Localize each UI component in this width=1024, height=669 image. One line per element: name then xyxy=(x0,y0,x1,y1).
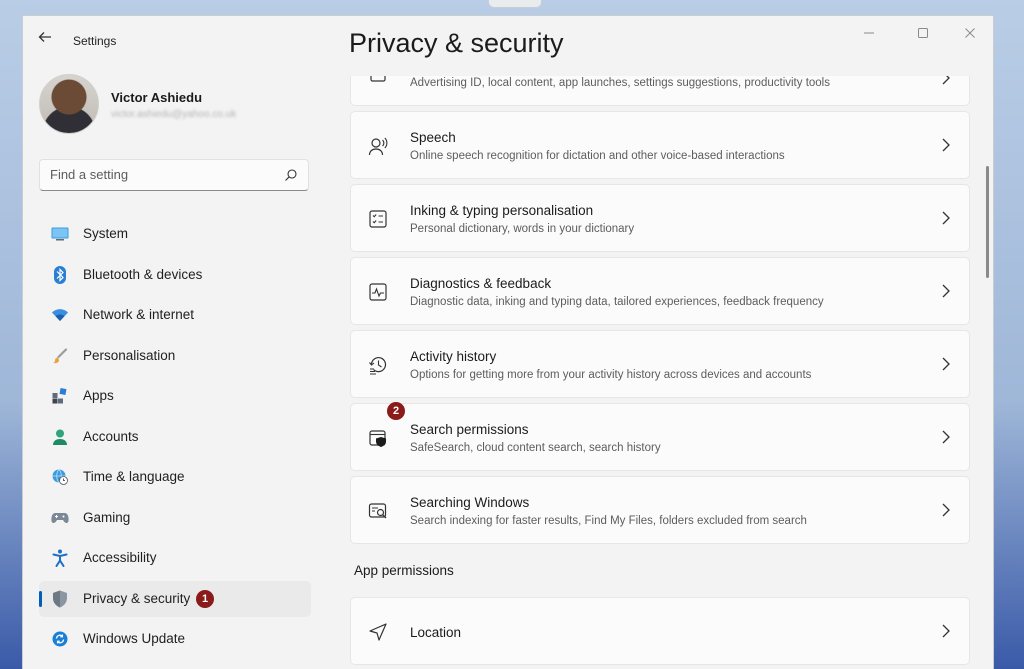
page-title: Privacy & security xyxy=(349,28,564,58)
bluetooth-icon xyxy=(51,265,69,284)
card-title: Location xyxy=(410,625,462,640)
speech-icon xyxy=(368,137,388,156)
card-subtitle: Personal dictionary, words in your dicti… xyxy=(410,223,635,235)
close-button[interactable] xyxy=(960,24,980,44)
chevron-right-icon xyxy=(942,76,950,85)
card-subtitle: Advertising ID, local content, app launc… xyxy=(410,77,830,89)
card-title: Diagnostics & feedback xyxy=(410,276,552,291)
sidebar-item-label: Time & language xyxy=(83,469,185,484)
location-icon xyxy=(369,623,387,641)
sidebar-item-label: Gaming xyxy=(83,509,131,525)
sidebar-item-windows-update[interactable]: Windows Update xyxy=(39,621,311,657)
card-subtitle: Diagnostic data, inking and typing data,… xyxy=(410,296,824,308)
sidebar-item-gaming[interactable]: Gaming xyxy=(39,500,311,536)
minimize-button[interactable] xyxy=(859,24,879,44)
card-subtitle: Online speech recognition for dictation … xyxy=(410,150,785,162)
search-box[interactable] xyxy=(39,159,309,191)
profile-email: victor.ashiedu@yahoo.co.uk xyxy=(111,109,237,120)
card-inking-typing[interactable]: Inking & typing personalisation Personal… xyxy=(350,184,970,252)
card-title: Speech xyxy=(410,130,456,145)
window-snap-grip xyxy=(488,0,542,8)
sidebar-item-label: Personalisation xyxy=(83,347,176,363)
sidebar-item-personalisation[interactable]: Personalisation xyxy=(39,338,311,374)
app-title: Settings xyxy=(73,34,117,48)
history-icon xyxy=(369,357,387,375)
sidebar-item-network[interactable]: Network & internet xyxy=(39,297,311,333)
sidebar-item-apps[interactable]: Apps xyxy=(39,378,311,414)
card-general[interactable]: Advertising ID, local content, app launc… xyxy=(350,76,970,106)
card-subtitle: Search indexing for faster results, Find… xyxy=(410,515,807,527)
sidebar-item-accessibility[interactable]: Accessibility xyxy=(39,540,311,576)
sidebar-item-label: Accounts xyxy=(83,428,139,444)
card-searching-windows[interactable]: Searching Windows Search indexing for fa… xyxy=(350,476,970,544)
sidebar-item-accounts[interactable]: Accounts xyxy=(39,419,311,455)
card-title: Search permissions xyxy=(410,422,529,437)
step-badge: 1 xyxy=(196,589,214,608)
sidebar-item-bluetooth[interactable]: Bluetooth & devices xyxy=(39,257,311,293)
sidebar-item-label: Accessibility xyxy=(83,550,157,565)
sidebar-nav: System Bluetooth & devices Network & int… xyxy=(39,216,311,662)
chevron-right-icon xyxy=(942,211,950,225)
close-icon xyxy=(965,28,975,38)
chevron-right-icon xyxy=(942,357,950,371)
chevron-right-icon xyxy=(942,430,950,444)
sidebar-item-label: Apps xyxy=(83,388,114,403)
sidebar-item-label: System xyxy=(83,226,129,241)
profile-name: Victor Ashiedu xyxy=(111,90,203,105)
settings-list: Advertising ID, local content, app launc… xyxy=(350,76,970,669)
person-icon xyxy=(51,428,69,446)
card-location[interactable]: Location xyxy=(350,597,970,665)
chevron-right-icon xyxy=(942,624,950,638)
maximize-icon xyxy=(918,28,928,38)
chevron-right-icon xyxy=(942,284,950,298)
sidebar-item-label: Windows Update xyxy=(83,631,186,646)
avatar xyxy=(39,74,99,134)
brush-icon xyxy=(51,347,69,365)
scrollbar[interactable] xyxy=(986,166,989,278)
settings-window: Settings Victor Ashiedu victor.ashiedu@y… xyxy=(22,15,994,669)
card-speech[interactable]: Speech Online speech recognition for dic… xyxy=(350,111,970,179)
search-icon xyxy=(285,169,297,181)
step-badge: 2 xyxy=(387,402,405,420)
card-subtitle: SafeSearch, cloud content search, search… xyxy=(410,442,661,454)
gamepad-icon xyxy=(51,509,69,527)
update-icon xyxy=(51,630,69,648)
wifi-icon xyxy=(51,306,69,324)
monitor-icon xyxy=(51,225,69,243)
chevron-right-icon xyxy=(942,138,950,152)
card-diagnostics[interactable]: Diagnostics & feedback Diagnostic data, … xyxy=(350,257,970,325)
search-shield-icon xyxy=(369,430,386,447)
globe-clock-icon xyxy=(51,468,69,486)
apps-icon xyxy=(51,387,69,405)
pulse-icon xyxy=(369,283,387,301)
checklist-icon xyxy=(369,210,387,228)
sidebar-item-system[interactable]: System xyxy=(39,216,311,252)
maximize-button[interactable] xyxy=(913,24,933,44)
sidebar-item-privacy-security[interactable]: Privacy & security 1 xyxy=(39,580,311,617)
accessibility-icon xyxy=(51,549,69,567)
search-window-icon xyxy=(368,503,387,519)
shield-icon xyxy=(51,590,69,608)
minimize-icon xyxy=(864,32,874,34)
card-title: Activity history xyxy=(410,349,497,364)
card-title: Inking & typing personalisation xyxy=(410,203,594,218)
card-activity-history[interactable]: Activity history Options for getting mor… xyxy=(350,330,970,398)
sidebar-item-label: Network & internet xyxy=(83,307,195,322)
lock-icon xyxy=(370,76,386,82)
back-button[interactable] xyxy=(35,30,55,50)
arrow-left-icon xyxy=(38,32,51,42)
sidebar-item-time-language[interactable]: Time & language xyxy=(39,459,311,495)
card-title: Searching Windows xyxy=(410,495,530,510)
card-search-permissions[interactable]: 2 Search permissions SafeSearch, cloud c… xyxy=(350,402,970,471)
section-header-app-permissions: App permissions xyxy=(354,563,454,578)
search-input[interactable] xyxy=(50,167,270,182)
card-subtitle: Options for getting more from your activ… xyxy=(410,369,812,381)
sidebar-item-label: Privacy & security xyxy=(83,590,191,606)
chevron-right-icon xyxy=(942,503,950,517)
sidebar-item-label: Bluetooth & devices xyxy=(83,266,203,282)
